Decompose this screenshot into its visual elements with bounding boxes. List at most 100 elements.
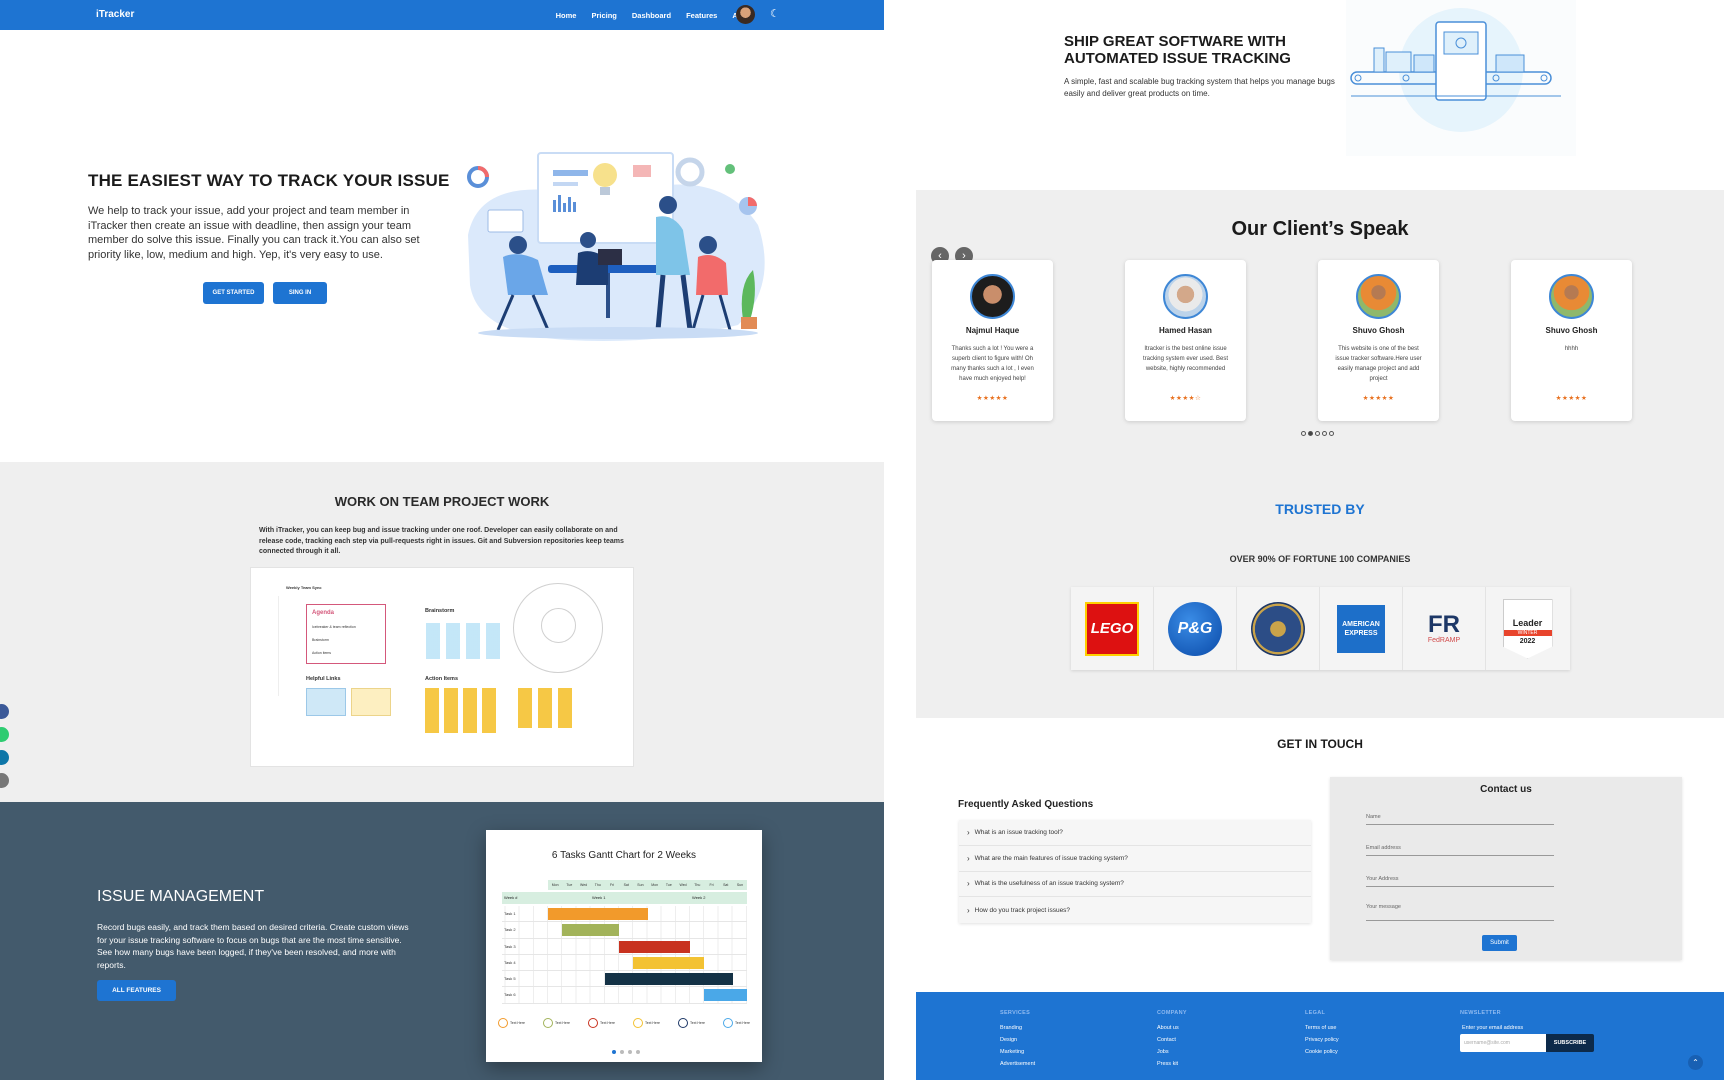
bug-tracking-machine-illustration	[1346, 0, 1576, 156]
gantt-task-row: Task 3	[502, 938, 747, 955]
clients-title: Our Client’s Speak	[1231, 218, 1409, 240]
contact-title: Contact us	[1480, 784, 1532, 795]
legend-circle-icon	[543, 1018, 553, 1028]
moon-icon[interactable]: ☾	[770, 7, 780, 20]
faq-item[interactable]: › How do you track project issues?	[959, 897, 1311, 923]
all-features-button[interactable]: ALL FEATURES	[97, 980, 176, 1001]
carousel-dot[interactable]	[636, 1050, 640, 1054]
gantt-task-bar	[562, 924, 620, 937]
carousel-dot[interactable]	[1322, 431, 1327, 436]
footer-link[interactable]: Terms of use	[1305, 1025, 1339, 1031]
chevron-up-icon[interactable]: ⌃	[1688, 1055, 1703, 1070]
nav-features[interactable]: Features	[686, 11, 717, 20]
faq-item[interactable]: › What is an issue tracking tool?	[959, 820, 1311, 846]
gantt-day-row: Mon Tue Wed Thu Fri Sat Sun Mon Tue Wed Thu Fri Sat S…	[548, 880, 747, 890]
nav-pricing[interactable]: Pricing	[591, 11, 616, 20]
nav-dashboard[interactable]: Dashboard	[632, 11, 671, 20]
share-icon[interactable]	[0, 773, 9, 788]
link-thumbnail	[306, 688, 346, 716]
footer-company: COMPANY About us Contact Jobs Press kit	[1157, 1010, 1187, 1073]
carousel-dot[interactable]	[1315, 431, 1320, 436]
team-meeting-illustration	[467, 152, 765, 341]
gantt-task-label: Task 3	[504, 943, 516, 949]
agenda-title: Agenda	[312, 610, 335, 616]
gantt-week1: Week 1	[592, 895, 606, 900]
legend-label: Text Here	[735, 1021, 750, 1025]
reviewer-name: Shuvo Ghosh	[1545, 326, 1598, 335]
reviewer-avatar	[1356, 274, 1401, 319]
chevron-right-icon: ›	[967, 879, 970, 889]
gantt-task-row: Task 4	[502, 954, 747, 972]
email-field[interactable]: Email address	[1366, 845, 1554, 856]
carousel-dot[interactable]	[1308, 431, 1313, 436]
gantt-legend-item: Text Here	[543, 1018, 570, 1028]
gantt-task-label: Task 1	[504, 911, 516, 916]
review-text: This website is one of the best issue tr…	[1335, 346, 1422, 382]
sign-in-button[interactable]: SING IN	[273, 282, 327, 304]
gantt-day-cell: Wed	[679, 883, 687, 887]
footer-link[interactable]: Press kit	[1157, 1061, 1187, 1067]
footer-link[interactable]: Contact	[1157, 1037, 1187, 1043]
faq-item[interactable]: › What is the usefulness of an issue trac…	[959, 872, 1311, 898]
mindmap-inner-circle	[541, 608, 576, 643]
user-avatar[interactable]	[736, 5, 755, 24]
footer-link[interactable]: Privacy policy	[1305, 1037, 1339, 1043]
ship-text: A simple, fast and scalable bug tracking…	[1064, 77, 1335, 98]
address-field[interactable]: Your Address	[1366, 876, 1554, 887]
review-carousel-dots	[1301, 431, 1334, 436]
newsletter-email-input[interactable]: username@site.com	[1460, 1034, 1546, 1052]
faq-item[interactable]: › What are the main features of issue tra…	[959, 846, 1311, 872]
footer-services: SERVICES Branding Design Marketing Adver…	[1000, 1010, 1035, 1073]
clients-section: Our Client’s Speak ‹ › Najmul Haque Than…	[916, 190, 1724, 718]
brand-logo[interactable]: iTracker	[96, 9, 134, 20]
facebook-icon[interactable]	[0, 704, 9, 719]
issue-title: ISSUE MANAGEMENT	[97, 888, 265, 905]
gantt-day-cell: Wed	[579, 883, 588, 887]
legend-circle-icon	[498, 1018, 508, 1028]
fedramp-logo: FR FedRAMP	[1403, 587, 1486, 670]
carousel-dot[interactable]	[1301, 431, 1306, 436]
footer-link[interactable]: About us	[1157, 1025, 1187, 1031]
right-page: SHIP GREAT SOFTWARE WITH AUTOMATED ISSUE…	[916, 0, 1724, 1080]
gantt-task-label: Task 2	[504, 927, 516, 933]
gantt-task-label: Task 6	[504, 992, 516, 998]
footer-link[interactable]: Marketing	[1000, 1049, 1035, 1055]
footer-link[interactable]: Cookie policy	[1305, 1049, 1339, 1055]
legend-circle-icon	[588, 1018, 598, 1028]
footer-link[interactable]: Branding	[1000, 1025, 1035, 1031]
gantt-day-cell: Tue	[566, 883, 573, 887]
gantt-legend-item: Text Here	[588, 1018, 615, 1028]
gantt-week-label: Week #	[504, 895, 518, 900]
reviewer-name: Najmul Haque	[965, 326, 1020, 335]
gantt-legend-item: Text Here	[723, 1018, 750, 1028]
message-field[interactable]: Your message	[1366, 904, 1554, 921]
left-page: iTracker Home Pricing Dashboard Features…	[0, 0, 884, 1080]
linkedin-icon[interactable]	[0, 750, 9, 765]
rating-stars: ★★★★★	[1362, 395, 1395, 402]
nav-home[interactable]: Home	[556, 11, 577, 20]
faq-title: Frequently Asked Questions	[958, 799, 1094, 810]
carousel-dot[interactable]	[620, 1050, 624, 1054]
gantt-day-cell: Thu	[694, 883, 701, 887]
legend-label: Text Here	[600, 1021, 615, 1025]
get-started-button[interactable]: GET STARTED	[203, 282, 264, 304]
footer-link[interactable]: Advertisement	[1000, 1061, 1035, 1067]
gantt-task-label: Task 4	[504, 959, 516, 965]
agenda-card: Agenda Icebreaker & team reflection Brai…	[306, 604, 386, 664]
carousel-dot[interactable]	[1329, 431, 1334, 436]
newsletter-form: username@site.com SUBSCRIBE	[1460, 1034, 1594, 1052]
footer-link[interactable]: Jobs	[1157, 1049, 1187, 1055]
name-field[interactable]: Name	[1366, 814, 1554, 825]
carousel-dot[interactable]	[628, 1050, 632, 1054]
ship-title: SHIP GREAT SOFTWARE WITH AUTOMATED ISSUE…	[1064, 33, 1291, 67]
whatsapp-icon[interactable]	[0, 727, 9, 742]
gantt-carousel-dots	[612, 1050, 640, 1054]
subscribe-button[interactable]: SUBSCRIBE	[1546, 1034, 1594, 1052]
gantt-day-cell: Sat	[723, 883, 729, 887]
navbar: iTracker Home Pricing Dashboard Features…	[0, 0, 884, 30]
carousel-dot[interactable]	[612, 1050, 616, 1054]
legend-circle-icon	[633, 1018, 643, 1028]
footer-link[interactable]: Design	[1000, 1037, 1035, 1043]
review-text: Thanks such a lot ! You were a superb cl…	[951, 346, 1034, 382]
submit-button[interactable]: Submit	[1482, 935, 1517, 951]
